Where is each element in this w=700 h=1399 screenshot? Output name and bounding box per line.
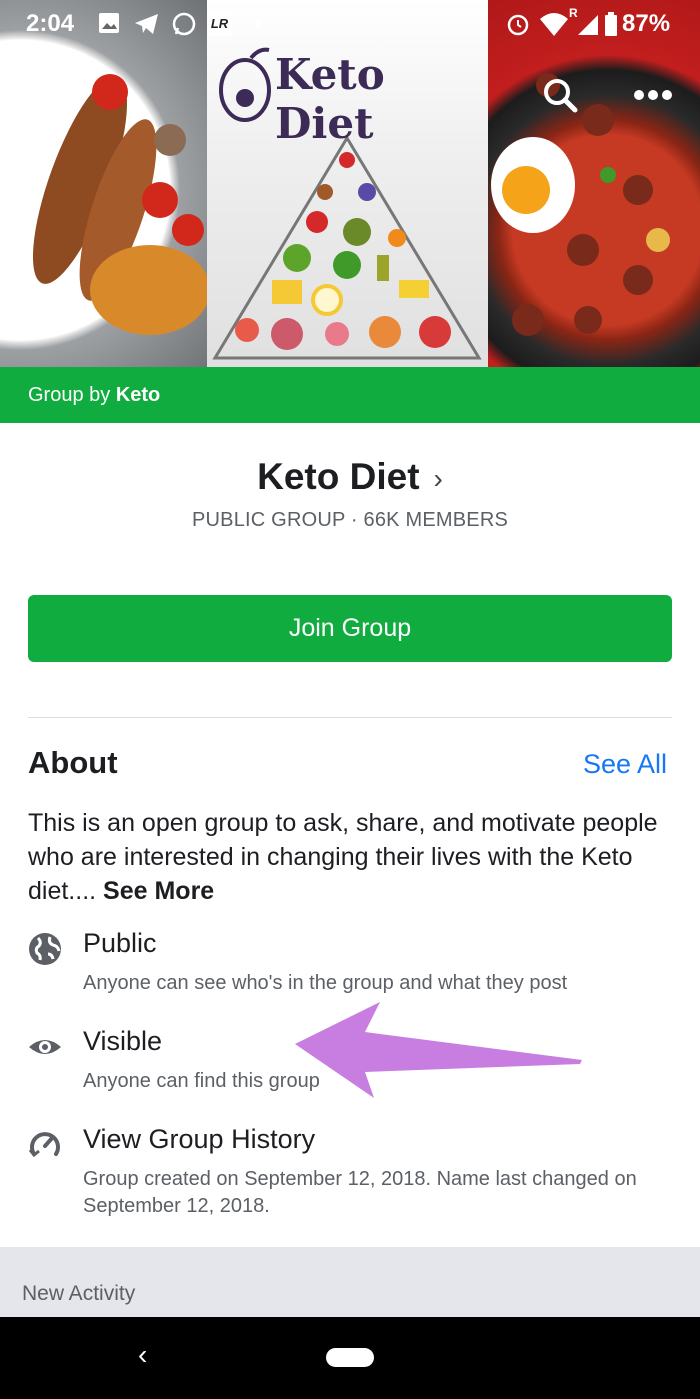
about-description: This is an open group to ask, share, and… (28, 806, 678, 908)
cover-logo-text: Keto Diet (275, 50, 385, 148)
chevron-right-icon: › (433, 463, 443, 494)
status-time: 2:04 (26, 10, 75, 37)
group-by-prefix: Group by (28, 384, 111, 406)
whatsapp-icon (172, 12, 196, 36)
nav-back-button[interactable]: ‹ (138, 1339, 168, 1375)
group-by-banner[interactable]: Group by Keto (0, 367, 700, 423)
history-subtitle: Group created on September 12, 2018. Nam… (83, 1168, 637, 1217)
cover-keto-pyramid: Keto Diet (207, 0, 488, 367)
history-title: View Group History (83, 1124, 316, 1154)
divider (28, 717, 672, 718)
telegram-icon (135, 14, 158, 34)
public-title: Public (83, 928, 157, 958)
battery-icon (605, 12, 617, 36)
search-icon (544, 79, 578, 113)
visible-title: Visible (83, 1026, 163, 1056)
new-activity-label: New Activity (22, 1282, 136, 1305)
privacy-public-row: Public Anyone can see who's in the group… (28, 928, 678, 998)
group-meta: PUBLIC GROUP · 66K MEMBERS (191, 509, 509, 531)
history-icon (28, 1132, 60, 1158)
annotation-arrow (295, 1002, 582, 1098)
dot-icon (254, 20, 261, 27)
status-bar: 2:04 LR R 87% (0, 0, 700, 52)
see-more-link[interactable]: See More (103, 877, 214, 905)
more-icon (634, 90, 672, 100)
group-by-text: Group by Keto (28, 384, 160, 407)
group-title-row[interactable]: Keto Diet › (0, 452, 700, 502)
alarm-icon (507, 14, 529, 36)
cover-food-right (488, 0, 700, 367)
public-subtitle: Anyone can see who's in the group and wh… (83, 972, 568, 994)
join-group-button[interactable]: Join Group (28, 595, 672, 662)
group-owner[interactable]: Keto (116, 384, 160, 406)
globe-icon (29, 933, 61, 965)
cover-food-left (0, 0, 207, 367)
more-button[interactable] (628, 70, 678, 120)
battery-percent: 87% (622, 10, 671, 37)
search-button[interactable] (535, 70, 585, 120)
image-icon (99, 13, 119, 33)
signal-icon (578, 15, 598, 35)
about-heading: About (28, 745, 118, 780)
group-history-row[interactable]: View Group History Group created on Sept… (28, 1124, 678, 1224)
group-title: Keto Diet (257, 456, 420, 497)
cover-photo[interactable]: Keto Diet 2:04 LR R 87% (0, 0, 700, 367)
see-all-link[interactable]: See All (583, 749, 667, 780)
nav-home-button[interactable] (326, 1348, 374, 1367)
eye-icon (29, 1040, 61, 1054)
back-button[interactable] (24, 70, 74, 120)
back-arrow-icon (35, 82, 64, 108)
lr-icon: LR (207, 11, 232, 36)
wifi-icon (540, 13, 568, 36)
